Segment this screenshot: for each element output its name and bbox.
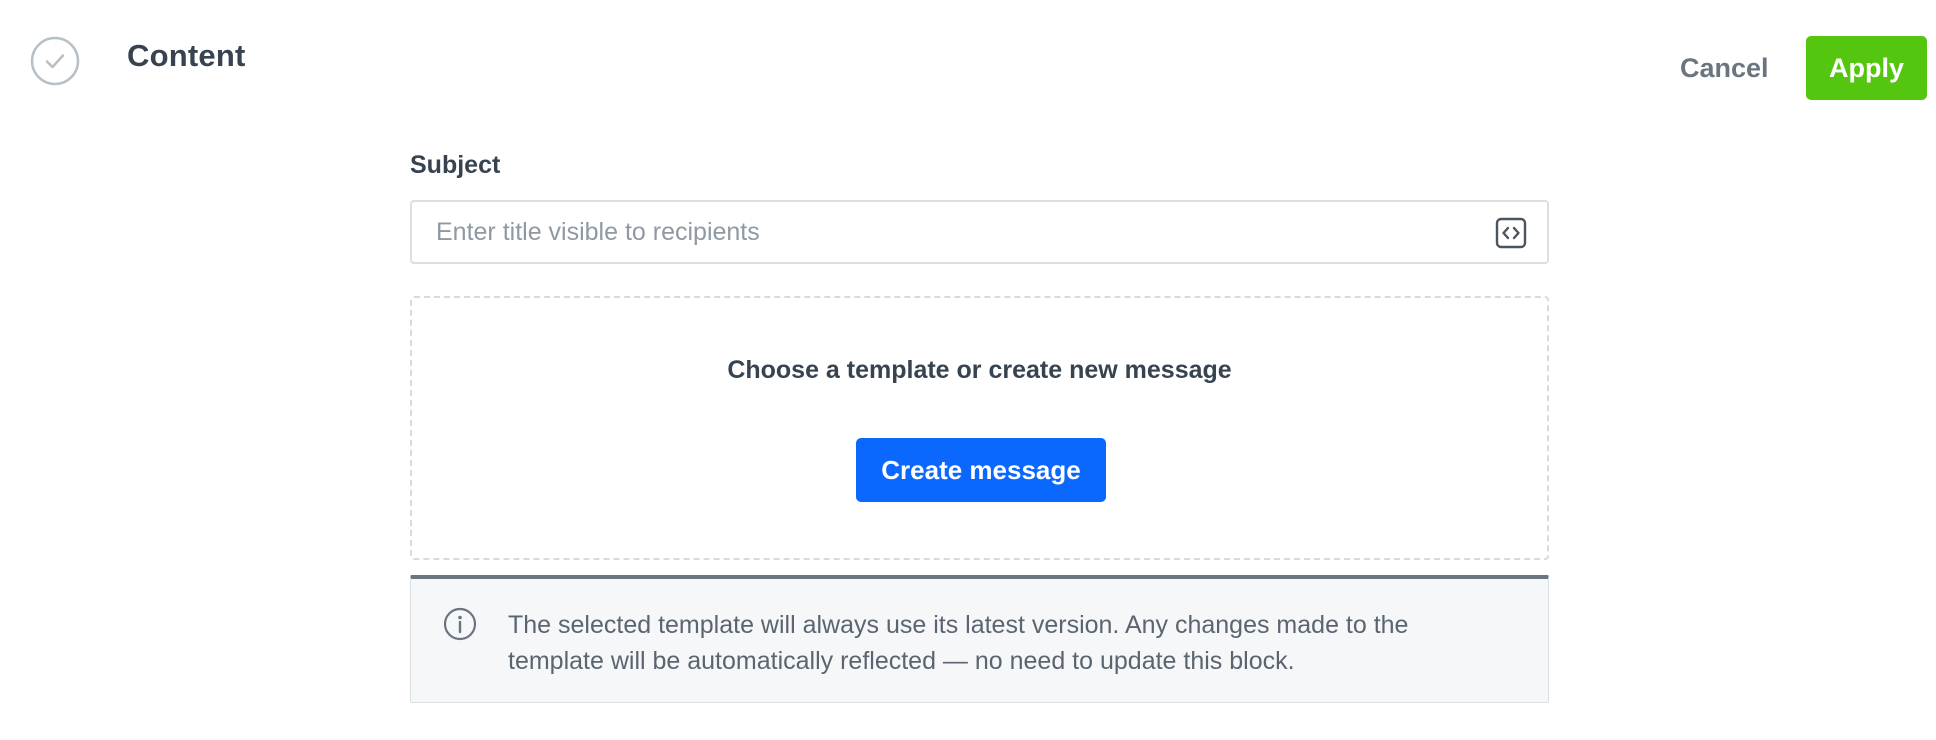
subject-label: Subject [410, 151, 501, 179]
code-brackets-icon[interactable] [1495, 217, 1527, 249]
template-dropzone: Choose a template or create new message … [410, 296, 1549, 560]
template-heading: Choose a template or create new message [727, 356, 1232, 384]
info-circle-icon [443, 607, 477, 641]
create-message-button[interactable]: Create message [856, 438, 1106, 502]
apply-button[interactable]: Apply [1806, 36, 1927, 100]
subject-field [410, 200, 1549, 264]
content-form: Subject Choose a template or create new … [410, 145, 1549, 703]
info-text: The selected template will always use it… [508, 611, 1409, 675]
page-title: Content [127, 38, 246, 73]
info-banner: The selected template will always use it… [410, 575, 1549, 703]
subject-input[interactable] [412, 202, 1547, 262]
cancel-button[interactable]: Cancel [1660, 44, 1789, 92]
header: Content Cancel Apply [0, 0, 1936, 120]
check-circle-icon [30, 36, 80, 86]
